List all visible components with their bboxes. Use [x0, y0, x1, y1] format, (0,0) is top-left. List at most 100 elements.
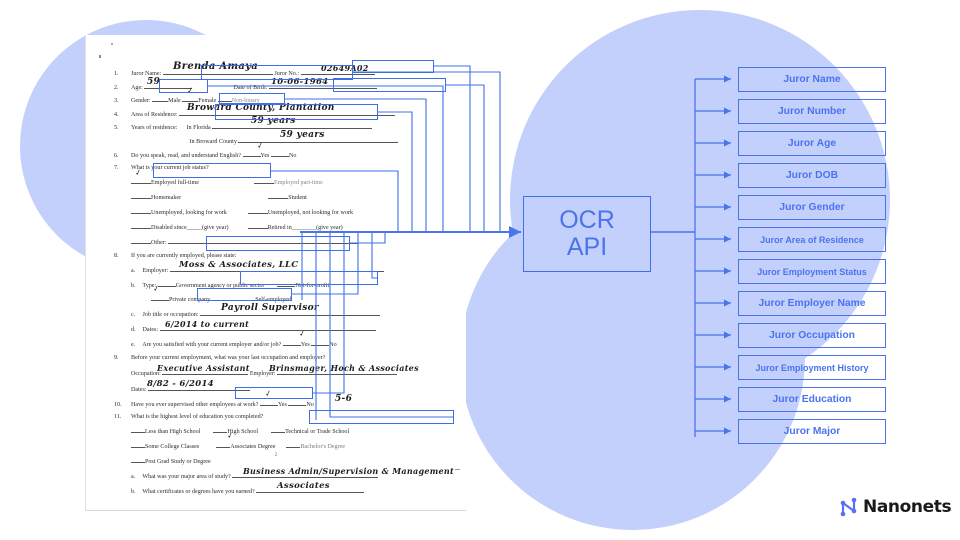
output-field-juror-age[interactable]: Juror Age [738, 131, 886, 156]
question-text: Do you speak, read, and understand Engli… [131, 140, 297, 161]
field-label: Age: [131, 84, 143, 91]
handwritten-value: 8/82 - 6/2014 [147, 378, 214, 389]
highlight-juror-name [201, 65, 353, 80]
field-label: Have you ever supervised other employees… [131, 401, 259, 408]
field-label: Are you satisfied with your current empl… [142, 341, 282, 348]
question-text: Occupation: Employer: Executive Assistan… [131, 363, 419, 379]
question-text: b. What certificates or degrees have you… [131, 481, 365, 497]
handwritten-value: Business Admin/Supervision & Management [243, 465, 455, 476]
output-field-juror-education[interactable]: Juror Education [738, 387, 886, 412]
field-label: Dates: [142, 326, 159, 333]
option-label: Associates Degree [230, 443, 276, 450]
field-label: What is the highest level of education y… [131, 413, 264, 420]
output-field-juror-name[interactable]: Juror Name [738, 67, 886, 92]
highlight-occupation [240, 271, 378, 285]
option-label: Unemployed, not looking for work [267, 209, 354, 216]
question-number: 2. [114, 84, 119, 91]
ocr-node-line1: OCR [559, 206, 615, 234]
highlight-juror-number [352, 60, 434, 73]
handwritten-value: 6/2014 to current [165, 318, 250, 329]
ocr-node-line2: API [566, 233, 608, 261]
field-label: Before your current employment, what was… [131, 354, 326, 361]
question-number: 10. [114, 401, 122, 408]
field-label: What was your major area of study? [142, 473, 231, 480]
highlight-juror-gender [219, 93, 285, 104]
handwritten-value: Executive Assistant [157, 362, 250, 373]
output-field-juror-occupation[interactable]: Juror Occupation [738, 323, 886, 348]
output-field-juror-number[interactable]: Juror Number [738, 99, 886, 124]
field-label: Employer: [142, 267, 169, 274]
field-label: Area of Residence: [131, 111, 178, 118]
option-label: Technical or Trade School [285, 428, 350, 435]
option-label: Employed part-time [273, 179, 323, 186]
option-label: Yes [300, 341, 310, 348]
option-label: Yes [277, 401, 287, 408]
sub-letter: a. [131, 473, 136, 480]
form-question-9-occupation: Occupation: Employer: Executive Assistan… [114, 363, 444, 379]
highlight-education [235, 387, 313, 399]
scan-edge-mark [455, 469, 460, 470]
form-subquestion-8e: e. Are you satisfied with your current e… [114, 328, 444, 350]
question-text: d. Dates: 6/2014 to current [131, 319, 376, 335]
highlight-employment-status [153, 163, 271, 178]
option-label: Post Grad Study or Degree [145, 458, 211, 465]
sub-letter: d. [131, 326, 136, 333]
field-label: In Florida [186, 125, 211, 131]
question-number: 6. [114, 152, 119, 159]
output-field-juror-area-of-residence[interactable]: Juror Area of Residence [738, 227, 886, 252]
option-label: Retired in________(give year) [267, 224, 343, 231]
option-label: No [288, 152, 297, 159]
option-label: Employed full-time [151, 179, 199, 186]
highlight-juror-dob [333, 78, 446, 92]
ocr-extraction-diagram: 1. Juror Name: Juror No.: Brenda Amaya 0… [0, 0, 960, 540]
field-label: Years of residence: [131, 125, 178, 131]
question-text: Some College Classes Associates Degree B… [131, 430, 345, 452]
handwritten-value: Brinsmager, Hoch & Associates [269, 362, 419, 373]
question-text: In Broward County 59 years [142, 130, 399, 147]
page-number: 2 [274, 453, 278, 458]
option-label: Less than High School [145, 428, 201, 435]
form-subquestion-8c: c. Job title or occupation: Payroll Supe… [114, 303, 444, 320]
handwritten-value: Associates [277, 480, 330, 491]
nanonets-logo-text: Nanonets [863, 497, 952, 517]
option-label: Male [168, 98, 181, 104]
question-number: 4. [114, 111, 119, 118]
output-field-juror-employer-name[interactable]: Juror Employer Name [738, 291, 886, 316]
output-field-juror-employment-status[interactable]: Juror Employment Status [738, 259, 886, 284]
output-field-juror-employment-history[interactable]: Juror Employment History [738, 355, 886, 380]
sub-letter: b. [131, 282, 136, 289]
form-option-row: Homemaker Student [114, 191, 444, 203]
output-field-juror-gender[interactable]: Juror Gender [738, 195, 886, 220]
ocr-api-node[interactable]: OCR API [523, 196, 651, 272]
field-label: Gender: [131, 98, 151, 104]
output-field-juror-major[interactable]: Juror Major [738, 419, 886, 444]
question-text: Unemployed, looking for work Unemployed,… [131, 206, 353, 218]
question-number: 9. [114, 354, 119, 361]
scan-artifact-speck [99, 55, 101, 58]
question-text: Homemaker Student [131, 191, 307, 203]
form-question-9: 9. Before your current employment, what … [114, 353, 444, 363]
question-number: 7. [114, 164, 119, 171]
form-option-row: Less than High School High School Techni… [114, 425, 444, 437]
option-label: Homemaker [151, 194, 182, 201]
form-question-10: 10. Have you ever supervised other emplo… [114, 388, 444, 410]
sub-letter: b. [131, 488, 136, 495]
question-text: Have you ever supervised other employees… [131, 388, 352, 410]
option-label: Disabled since_____(give year) [151, 224, 229, 231]
nanonets-logo-icon [840, 497, 857, 517]
option-label: No [329, 341, 337, 348]
form-option-row: Some College Classes Associates Degree B… [114, 430, 444, 452]
question-text: Dates: 8/82 - 6/2014 [131, 379, 251, 395]
handwritten-value: 59 years [280, 129, 325, 140]
question-number: 1. [114, 71, 119, 77]
option-label: Some College Classes [145, 443, 200, 450]
output-field-juror-dob[interactable]: Juror DOB [738, 163, 886, 188]
option-label: Yes [260, 152, 270, 159]
field-label: In Broward County [189, 138, 237, 145]
field-label: Job title or occupation: [142, 311, 199, 318]
scan-artifact-speck [111, 43, 113, 45]
question-number: 8. [114, 252, 119, 259]
highlight-juror-age [159, 79, 208, 93]
handwritten-value: 5-6 [335, 393, 353, 404]
option-label: Student [288, 194, 307, 201]
